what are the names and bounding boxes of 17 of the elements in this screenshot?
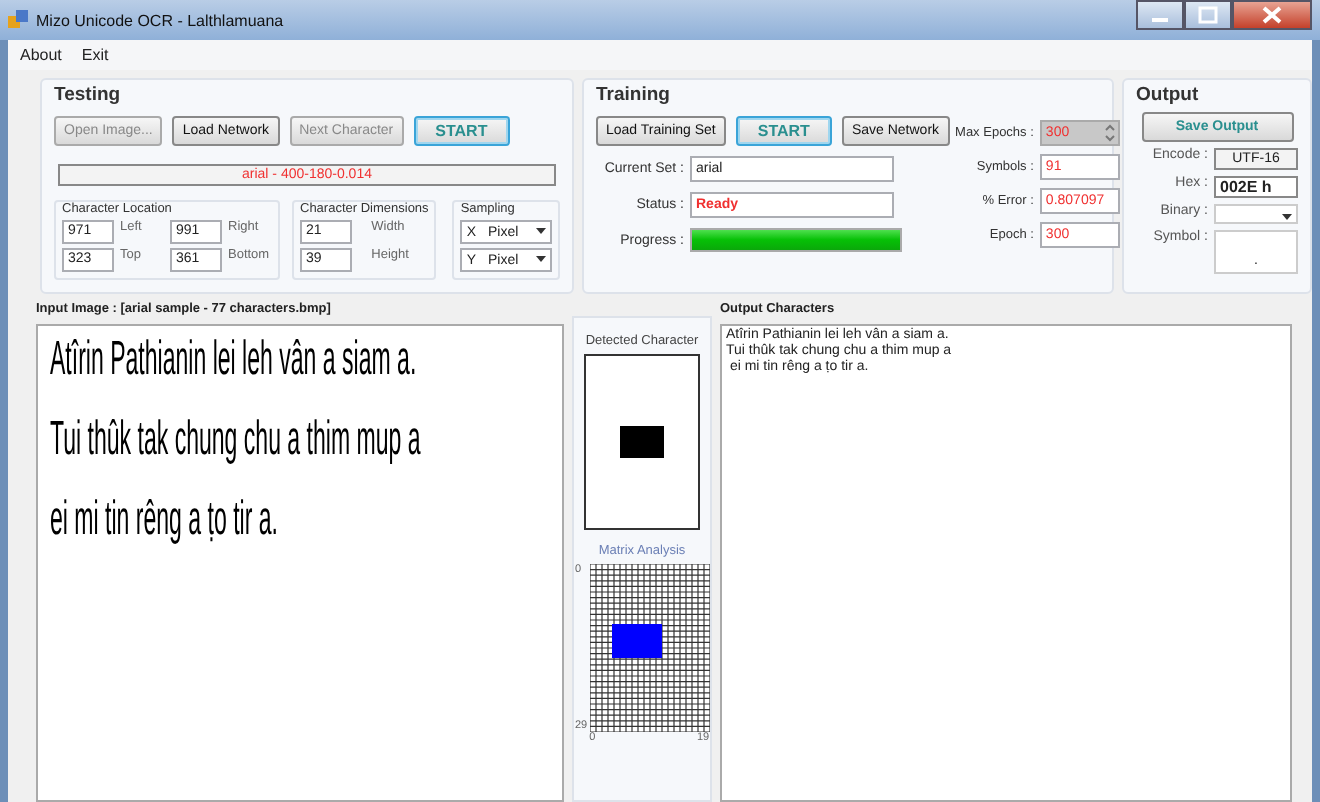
app-icon [8,10,28,30]
menu-item[interactable]: Exit [81,46,109,64]
menu-item[interactable]: About [20,46,62,64]
image-text-line: ei mi tin rêng a ṭo tir a. [50,498,278,542]
minimize-icon[interactable] [1136,0,1184,30]
window-title: Mizo Unicode OCR - Lalthlamuana [36,11,286,29]
image-text-line: Tui thûk tak chung chu a thim mup a [50,418,421,462]
group-title: Training [596,84,672,106]
group-title: Output [1136,84,1199,106]
caret-icon [536,256,547,264]
hex-field: 002E h [1214,176,1298,198]
group-title: Testing [54,84,123,106]
character-blob [620,426,664,458]
image-text-line: Atîrin Pathianin lei leh vân a siam a. [50,338,417,382]
close-icon[interactable] [1232,0,1312,30]
caret-icon [536,228,547,236]
maximize-icon[interactable] [1184,0,1232,30]
